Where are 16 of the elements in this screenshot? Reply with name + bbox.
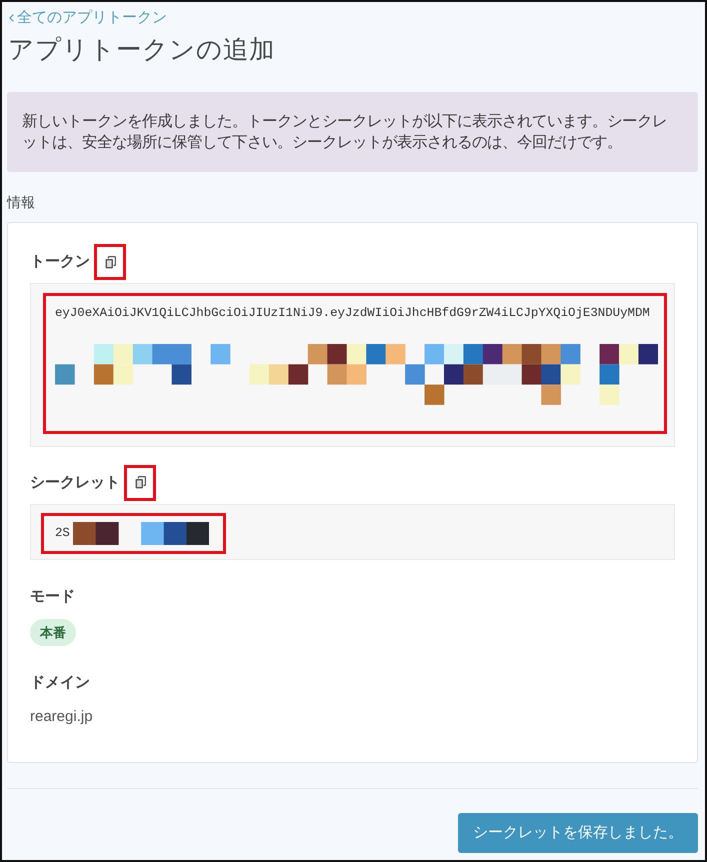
chevron-left-icon <box>9 14 14 22</box>
back-link[interactable]: 全てのアプリトークン <box>9 8 167 28</box>
notice-text: 新しいトークンを作成しました。トークンとシークレットが以下に表示されています。シークレットは、安全な場所に保管して下さい。シークレットが表示されるのは、今回だけです。 <box>22 112 668 153</box>
token-text: eyJ0eXAiOiJKV1QiLCJhbGciOiJIUzI1NiJ9.eyJzdWIiOiJhcHBfdG9rZW4iLCJpYXQiOjE3NDUyMDM <box>55 306 650 320</box>
page-title: アプリトークンの追加 <box>8 35 276 66</box>
mode-badge: 本番 <box>30 618 76 646</box>
secret-text: 2S <box>55 525 70 542</box>
field-label: トークン <box>30 252 90 272</box>
domain-text: rearegi.jp <box>30 706 94 727</box>
field-label: モード <box>30 586 76 607</box>
field-label: シークレット <box>30 472 120 493</box>
section-heading: 情報 <box>7 193 36 212</box>
copy-icon[interactable] <box>104 256 116 268</box>
save-button[interactable]: シークレットを保存しました。 <box>458 812 698 853</box>
copy-icon[interactable] <box>134 476 146 490</box>
field-label: ドメイン <box>30 672 91 693</box>
